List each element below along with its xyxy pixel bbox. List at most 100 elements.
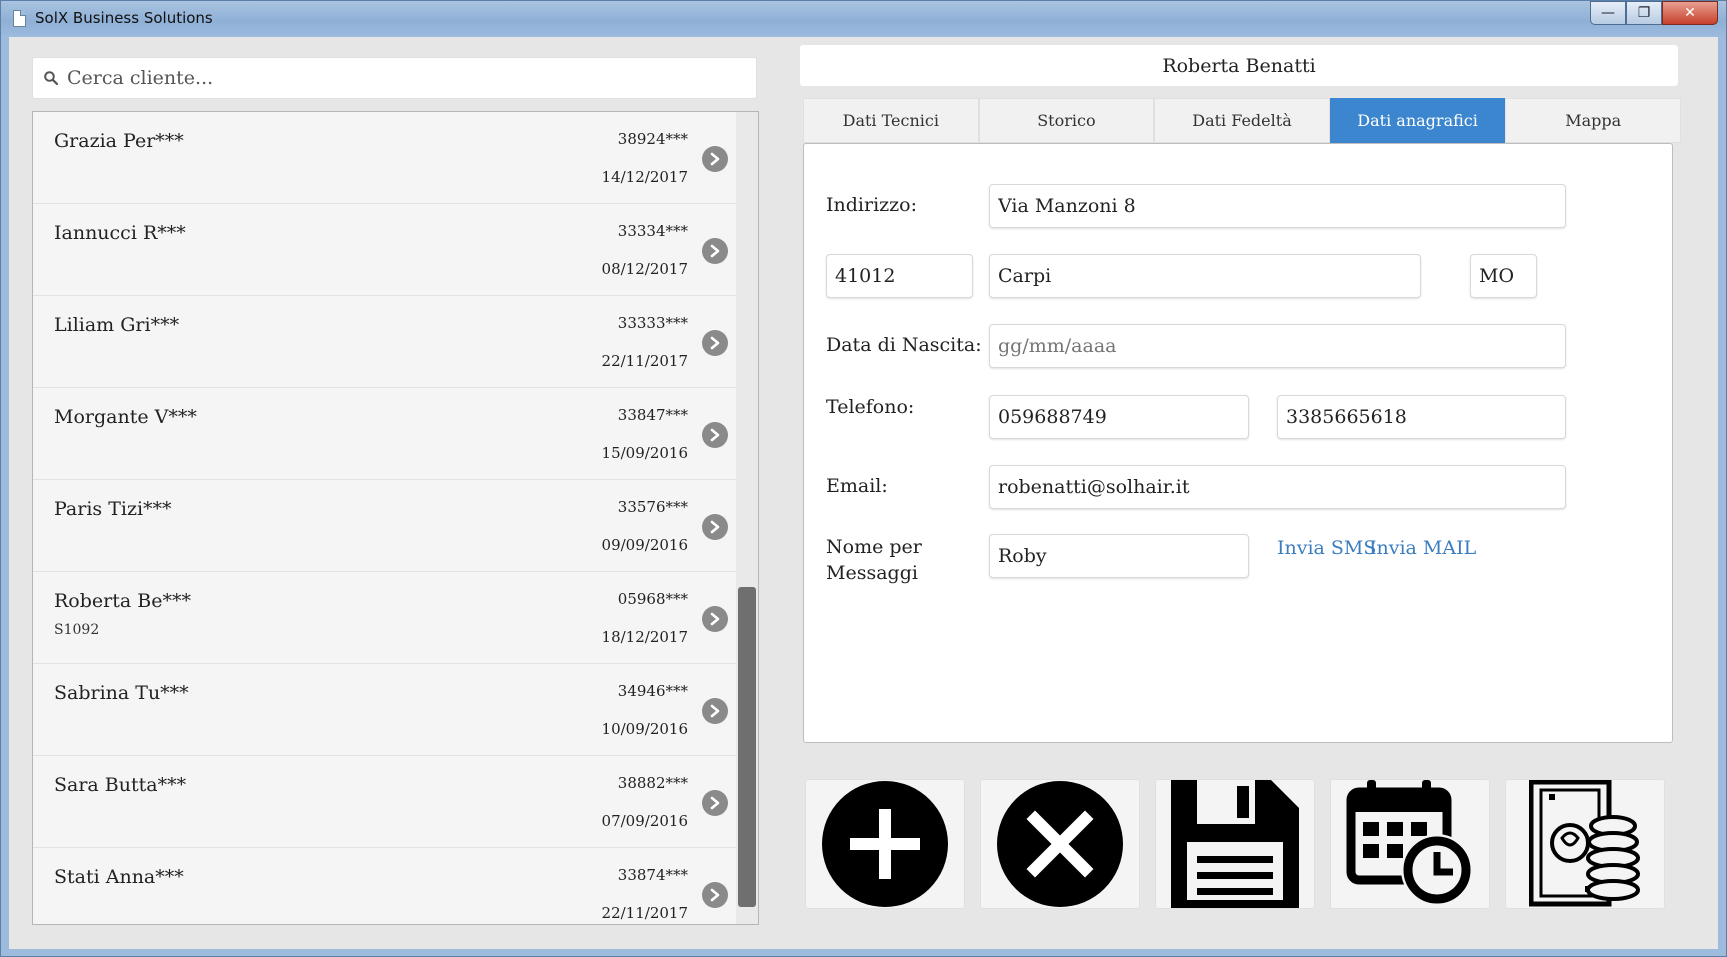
client-list-item[interactable]: Sara Butta*** 38882*** 07/09/2016 (33, 756, 738, 848)
nickname-field (989, 534, 1249, 578)
search-input[interactable] (67, 63, 747, 93)
nickname-label-line2: Messaggi (826, 562, 918, 584)
phone1-field (989, 395, 1249, 439)
client-name: Morgante V*** (54, 406, 197, 428)
phone2-field (1277, 395, 1566, 439)
chevron-right-icon[interactable] (702, 514, 728, 540)
birth-date-input[interactable] (990, 325, 1565, 367)
add-button[interactable] (805, 779, 965, 909)
client-phone: 33576*** (617, 498, 688, 516)
client-last-visit-date: 22/11/2017 (601, 904, 688, 922)
search-box (32, 57, 757, 99)
client-phone: 34946*** (617, 682, 688, 700)
client-name: Roberta Be*** (54, 590, 191, 612)
app-window: SolX Business Solutions — ❐ ✕ Grazia Per… (0, 0, 1727, 957)
email-field (989, 465, 1566, 509)
phone-label: Telefono: (826, 396, 915, 418)
email-input[interactable] (990, 466, 1565, 508)
client-phone: 38882*** (617, 774, 688, 792)
save-button[interactable] (1155, 779, 1315, 909)
client-name-header: Roberta Benatti (800, 45, 1678, 86)
client-last-visit-date: 10/09/2016 (601, 720, 688, 738)
scrollbar-thumb[interactable] (738, 587, 756, 907)
phone2-input[interactable] (1278, 396, 1565, 438)
client-list-item[interactable]: Roberta Be*** S1092 05968*** 18/12/2017 (33, 572, 738, 664)
window-title: SolX Business Solutions (35, 9, 213, 27)
client-last-visit-date: 08/12/2017 (601, 260, 688, 278)
floppy-save-icon (1171, 780, 1299, 908)
nickname-label: Nome per Messaggi (826, 534, 922, 586)
tab-dati-fedelta[interactable]: Dati Fedeltà (1154, 98, 1330, 143)
client-last-visit-date: 14/12/2017 (601, 168, 688, 186)
client-list-item[interactable]: Morgante V*** 33847*** 15/09/2016 (33, 388, 738, 480)
maximize-button[interactable]: ❐ (1626, 1, 1662, 25)
delete-button[interactable] (980, 779, 1140, 909)
chevron-right-icon[interactable] (702, 606, 728, 632)
email-label: Email: (826, 475, 888, 497)
province-input[interactable] (1471, 255, 1536, 297)
client-phone: 05968*** (617, 590, 688, 608)
client-area: Grazia Per*** 38924*** 14/12/2017 Iannucci … (9, 37, 1718, 949)
tab-mappa[interactable]: Mappa (1505, 98, 1681, 143)
tab-storico[interactable]: Storico (978, 98, 1155, 143)
send-sms-link[interactable]: Invia SMS (1277, 537, 1376, 559)
address-input[interactable] (990, 185, 1565, 227)
close-button[interactable]: ✕ (1662, 1, 1718, 25)
action-bar (805, 779, 1665, 909)
payment-button[interactable] (1505, 779, 1665, 909)
send-mail-link[interactable]: Invia MAIL (1369, 537, 1476, 559)
client-last-visit-date: 18/12/2017 (601, 628, 688, 646)
money-coins-icon (1529, 780, 1640, 907)
birth-date-label: Data di Nascita: (826, 334, 982, 356)
client-list-item[interactable]: Sabrina Tu*** 34946*** 10/09/2016 (33, 664, 738, 756)
client-last-visit-date: 15/09/2016 (601, 444, 688, 462)
minimize-button[interactable]: — (1590, 1, 1626, 25)
client-last-visit-date: 09/09/2016 (601, 536, 688, 554)
appointment-button[interactable] (1330, 779, 1490, 909)
client-name: Liliam Gri*** (54, 314, 180, 336)
zip-input[interactable] (827, 255, 972, 297)
birth-date-field (989, 324, 1566, 368)
search-icon (44, 71, 58, 85)
client-list[interactable]: Grazia Per*** 38924*** 14/12/2017 Iannucci … (32, 111, 759, 925)
tab-bar: Dati Tecnici Storico Dati Fedeltà Dati a… (803, 98, 1681, 143)
client-name: Stati Anna*** (54, 866, 184, 888)
nickname-input[interactable] (990, 535, 1248, 577)
chevron-right-icon[interactable] (702, 882, 728, 908)
client-last-visit-date: 07/09/2016 (601, 812, 688, 830)
add-circle-icon (822, 781, 948, 907)
client-phone: 33847*** (617, 406, 688, 424)
nickname-label-line1: Nome per (826, 536, 922, 558)
phone1-input[interactable] (990, 396, 1248, 438)
client-last-visit-date: 22/11/2017 (601, 352, 688, 370)
chevron-right-icon[interactable] (702, 238, 728, 264)
client-list-item[interactable]: Grazia Per*** 38924*** 14/12/2017 (33, 112, 738, 204)
chevron-right-icon[interactable] (702, 146, 728, 172)
client-phone: 33874*** (617, 866, 688, 884)
cancel-circle-icon (997, 781, 1123, 907)
city-input[interactable] (990, 255, 1420, 297)
title-bar[interactable]: SolX Business Solutions — ❐ ✕ (1, 1, 1726, 37)
chevron-right-icon[interactable] (702, 330, 728, 356)
calendar-clock-icon (1346, 780, 1473, 906)
client-phone: 33334*** (617, 222, 688, 240)
zip-field (826, 254, 973, 298)
client-phone: 38924*** (617, 130, 688, 148)
chevron-right-icon[interactable] (702, 790, 728, 816)
client-list-item[interactable]: Stati Anna*** 33874*** 22/11/2017 (33, 848, 738, 924)
chevron-right-icon[interactable] (702, 422, 728, 448)
client-name: Paris Tizi*** (54, 498, 172, 520)
client-code: S1092 (54, 622, 100, 638)
personal-data-form: Indirizzo: Data di Nascita: Telefono: (803, 143, 1673, 743)
province-field (1470, 254, 1537, 298)
client-list-item[interactable]: Iannucci R*** 33334*** 08/12/2017 (33, 204, 738, 296)
tab-dati-anagrafici[interactable]: Dati anagrafici (1329, 98, 1506, 143)
scrollbar-track[interactable] (736, 112, 758, 924)
client-name: Grazia Per*** (54, 130, 184, 152)
client-phone: 33333*** (617, 314, 688, 332)
client-name: Sara Butta*** (54, 774, 187, 796)
client-list-item[interactable]: Liliam Gri*** 33333*** 22/11/2017 (33, 296, 738, 388)
client-list-item[interactable]: Paris Tizi*** 33576*** 09/09/2016 (33, 480, 738, 572)
chevron-right-icon[interactable] (702, 698, 728, 724)
tab-dati-tecnici[interactable]: Dati Tecnici (803, 98, 979, 143)
